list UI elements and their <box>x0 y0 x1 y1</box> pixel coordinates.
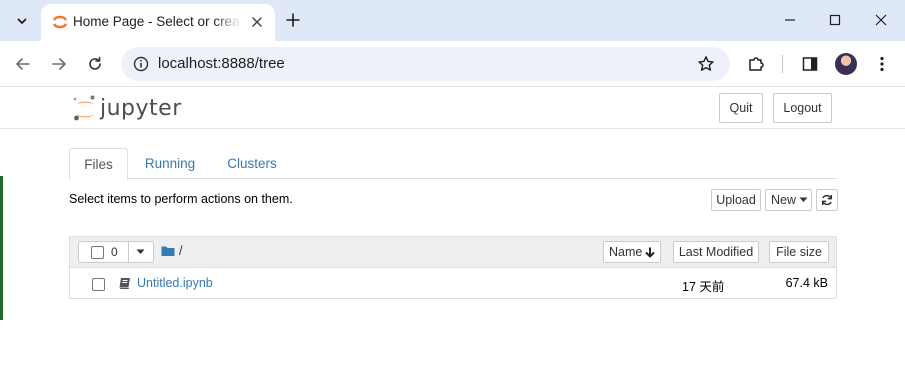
sort-by-name-button[interactable]: Name <box>603 241 661 263</box>
select-all-control: 0 <box>78 241 154 263</box>
selected-count: 0 <box>111 245 118 259</box>
list-item[interactable]: Untitled.ipynb 17 天前 67.4 kB <box>70 268 836 299</box>
chevron-down-icon <box>17 18 27 25</box>
jupyter-tabs: Files Running Clusters <box>69 148 837 180</box>
arrow-left-icon <box>16 58 30 70</box>
site-info-icon[interactable] <box>133 56 149 72</box>
window-close-button[interactable] <box>868 8 894 32</box>
tab-title: Home Page - Select or create a notebook <box>73 14 241 29</box>
arrow-down-icon <box>645 247 656 258</box>
bookmark-star-icon[interactable] <box>697 55 715 73</box>
reload-icon <box>89 56 101 70</box>
new-button-label: New <box>771 193 797 207</box>
notebook-link[interactable]: Untitled.ipynb <box>137 276 213 290</box>
forward-button[interactable] <box>47 52 71 76</box>
jupyter-logo[interactable]: jupyter <box>72 94 182 124</box>
jupyter-favicon-icon <box>52 15 68 29</box>
logo-text: jupyter <box>100 95 182 121</box>
breadcrumb: / <box>161 244 182 258</box>
side-panel-icon <box>802 57 818 71</box>
book-icon <box>119 278 130 289</box>
close-icon <box>875 14 887 26</box>
refresh-icon <box>821 194 833 206</box>
selection-hint: Select items to perform actions on them. <box>69 192 293 206</box>
browser-toolbar: localhost:8888/tree <box>0 41 905 87</box>
refresh-button[interactable] <box>816 189 838 211</box>
select-all-checkbox[interactable] <box>91 245 104 259</box>
tab-running[interactable]: Running <box>135 148 205 179</box>
new-dropdown-button[interactable]: New <box>765 189 812 211</box>
maximize-icon <box>829 14 841 26</box>
sort-by-last-modified-button[interactable]: Last Modified <box>673 241 759 263</box>
caret-down-icon <box>799 197 808 202</box>
jupyter-logo-icon <box>73 95 95 121</box>
select-all-box[interactable]: 0 <box>78 241 129 263</box>
close-tab-icon[interactable] <box>249 14 265 30</box>
back-button[interactable] <box>11 52 35 76</box>
tab-files[interactable]: Files <box>69 148 128 180</box>
address-bar[interactable]: localhost:8888/tree <box>121 47 730 81</box>
notebook-list-header: 0 / Name Last Modified File size <box>70 237 836 268</box>
toolbar-separator <box>782 55 783 73</box>
maximize-button[interactable] <box>822 8 848 32</box>
logout-button[interactable]: Logout <box>773 93 832 123</box>
url-text[interactable]: localhost:8888/tree <box>158 55 285 72</box>
minimize-button[interactable] <box>777 8 803 32</box>
item-file-size: 67.4 kB <box>785 276 828 290</box>
tab-search-button[interactable] <box>8 8 36 34</box>
new-tab-plus-icon[interactable] <box>282 9 304 31</box>
quit-button[interactable]: Quit <box>719 93 763 123</box>
extensions-button[interactable] <box>745 53 767 75</box>
browser-tabstrip: Home Page - Select or create a notebook <box>0 0 905 41</box>
notebook-list: 0 / Name Last Modified File size Untitle… <box>69 236 837 299</box>
breadcrumb-root[interactable]: / <box>179 244 182 258</box>
side-panel-button[interactable] <box>799 53 821 75</box>
select-menu-button[interactable] <box>128 241 154 263</box>
left-window-edge <box>0 176 3 320</box>
item-checkbox[interactable] <box>92 278 105 291</box>
jupyter-page: jupyter Quit Logout Files Running Cluste… <box>0 88 905 390</box>
browser-tab[interactable]: Home Page - Select or create a notebook <box>41 4 275 41</box>
browser-menu-button[interactable] <box>871 53 893 75</box>
sort-name-label: Name <box>609 245 643 259</box>
tab-clusters[interactable]: Clusters <box>218 148 286 179</box>
sort-by-file-size-button[interactable]: File size <box>769 241 829 263</box>
reload-button[interactable] <box>83 52 107 76</box>
caret-down-icon <box>136 249 145 254</box>
upload-button[interactable]: Upload <box>711 189 761 211</box>
minimize-icon <box>785 19 795 21</box>
item-last-modified: 17 天前 <box>682 280 725 294</box>
puzzle-piece-icon <box>749 57 764 71</box>
arrow-right-icon <box>52 58 66 70</box>
jupyter-header: jupyter Quit Logout <box>0 88 905 129</box>
three-dots-vertical-icon <box>880 56 884 72</box>
profile-avatar[interactable] <box>835 53 857 75</box>
folder-icon[interactable] <box>161 245 175 257</box>
